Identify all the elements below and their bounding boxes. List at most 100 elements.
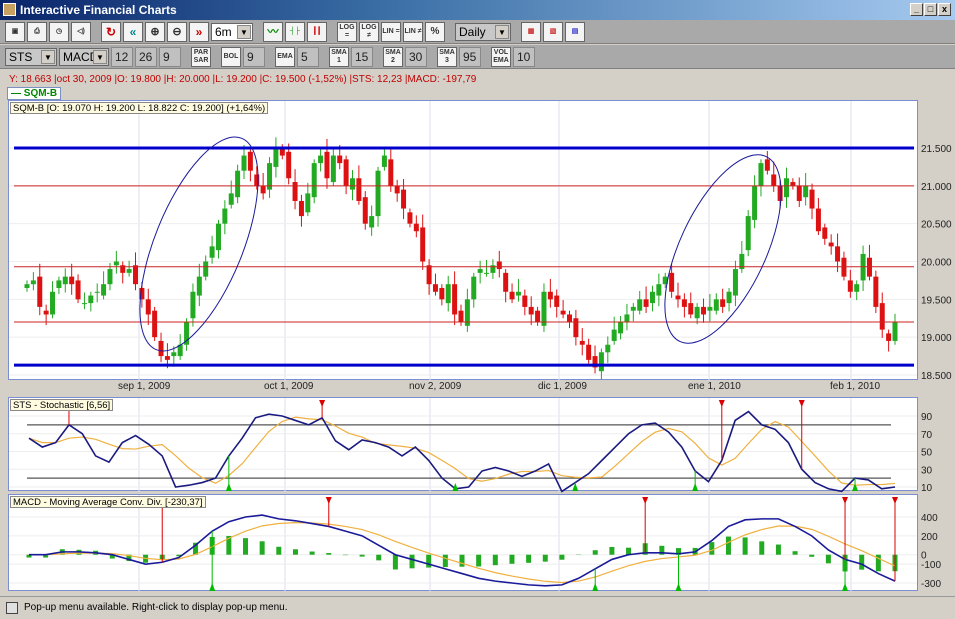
candle-body <box>458 310 464 323</box>
candle-body <box>567 314 572 323</box>
candle-body <box>69 276 75 285</box>
layout-icon[interactable]: ▤ <box>565 21 585 42</box>
zoom-in-icon[interactable]: ⊕ <box>145 21 165 42</box>
candle-body <box>879 303 885 330</box>
sma2-input[interactable]: 30 <box>405 46 427 67</box>
candle-body <box>554 295 560 307</box>
macd-fast-input[interactable]: 12 <box>111 46 133 67</box>
candle-body <box>688 303 694 315</box>
candle-body <box>528 306 534 315</box>
candle-body <box>892 322 898 341</box>
chevron-down-icon[interactable]: ▼ <box>495 24 509 39</box>
candle-body <box>241 155 247 171</box>
candle-body <box>356 178 362 201</box>
bollinger-button[interactable]: BOL <box>221 46 241 67</box>
par-sar-button[interactable]: PAR SAR <box>191 46 211 67</box>
sma1-button[interactable]: SMA 1 <box>329 46 349 67</box>
rewind-icon[interactable]: « <box>123 21 143 42</box>
ema-button[interactable]: EMA <box>275 46 295 67</box>
macd-histogram-bar <box>359 554 365 557</box>
macd-panel-title: MACD - Moving Average Conv. Div. [-230,3… <box>10 496 206 508</box>
candle-body <box>107 269 113 285</box>
macd-histogram-bar <box>492 554 498 566</box>
color-scheme-icon[interactable]: ▦ <box>521 21 541 42</box>
candle-body <box>803 185 809 198</box>
bar-chart-icon[interactable]: ┤├ <box>285 21 305 42</box>
series-legend[interactable]: — SQM-B <box>7 87 62 100</box>
candle-body <box>637 299 643 311</box>
sound-icon[interactable]: ◁) <box>71 21 91 42</box>
candle-body <box>598 352 604 372</box>
macd-histogram-bar <box>792 551 798 555</box>
maximize-button[interactable]: □ <box>924 3 937 16</box>
line-chart-icon[interactable]: 〰 <box>263 21 283 42</box>
candle-body <box>611 329 617 341</box>
price-chart[interactable]: 21.500 21.000 20.500 20.000 19.500 19.000 18.5… <box>9 101 954 382</box>
candle-body <box>247 151 253 171</box>
percent-button[interactable]: % <box>425 21 445 42</box>
macd-histogram-bar <box>559 554 565 560</box>
candle-body <box>343 159 349 186</box>
indicator2-select[interactable]: MACD ▼ <box>59 47 109 66</box>
macd-chart[interactable]: 4002000-100-300 <box>9 495 954 592</box>
sma3-input[interactable]: 95 <box>459 46 481 67</box>
stochastic-panel[interactable]: STS - Stochastic [6,56] 90 70 50 30 10 <box>8 397 933 494</box>
log-notequal-button[interactable]: LOG ≠ <box>359 21 379 42</box>
macd-panel[interactable]: MACD - Moving Average Conv. Div. [-230,3… <box>8 494 941 592</box>
candle-body <box>133 265 138 285</box>
sell-signal-arrow <box>842 497 849 504</box>
forward-icon[interactable]: » <box>189 21 209 42</box>
macd-histogram-bar <box>292 549 298 555</box>
candle-body <box>828 242 834 247</box>
chevron-down-icon[interactable]: ▼ <box>237 24 251 39</box>
price-panel[interactable]: SQM-B [O: 19.070 H: 19.200 L: 18.822 C: … <box>8 100 952 382</box>
interval-select[interactable]: Daily ▼ <box>455 22 511 41</box>
close-button[interactable]: x <box>938 3 951 16</box>
new-window-icon[interactable]: ▣ <box>5 21 25 42</box>
chevron-down-icon[interactable]: ▼ <box>41 49 55 64</box>
sma3-button[interactable]: SMA 3 <box>437 46 457 67</box>
candle-body <box>126 269 132 273</box>
x-tick-label: sep 1, 2009 <box>118 381 171 392</box>
vol-ema-button[interactable]: VOL EMA <box>491 46 511 67</box>
indicator-toolbar: STS ▼ MACD ▼ 12 26 9 PAR SAR BOL 9 EMA 5 S… <box>0 45 955 69</box>
chevron-down-icon[interactable]: ▼ <box>93 49 107 64</box>
bollinger-input[interactable]: 9 <box>243 46 265 67</box>
candlestick-icon[interactable]: ┃┃ <box>307 21 327 42</box>
candle-body <box>81 303 87 305</box>
log-equal-button[interactable]: LOG = <box>337 21 357 42</box>
candle-body <box>547 291 553 300</box>
candle-body <box>541 291 547 326</box>
sma1-input[interactable]: 15 <box>351 46 373 67</box>
candle-body <box>426 265 432 285</box>
stochastic-chart[interactable]: 90 70 50 30 10 <box>9 398 954 494</box>
chart-view-icon[interactable]: ▧ <box>543 21 563 42</box>
x-tick-label: feb 1, 2010 <box>830 381 881 392</box>
candle-body <box>152 310 158 338</box>
sma2-button[interactable]: SMA 2 <box>383 46 403 67</box>
y-tick-label: -300 <box>921 579 941 590</box>
y-tick-label: 90 <box>921 412 933 423</box>
timer-icon[interactable]: ◷ <box>49 21 69 42</box>
indicator1-select[interactable]: STS ▼ <box>5 47 57 66</box>
minimize-button[interactable]: _ <box>910 3 923 16</box>
lin-notequal-button[interactable]: LIN ≠ <box>403 21 423 42</box>
y-tick-label: 30 <box>921 465 933 476</box>
candle-body <box>164 356 170 360</box>
candle-body <box>726 291 732 304</box>
y-tick-label: -100 <box>921 560 941 571</box>
candle-body <box>643 299 649 307</box>
refresh-icon[interactable]: ↻ <box>101 21 121 42</box>
candle-body <box>452 284 458 315</box>
candle-body <box>298 200 304 217</box>
print-icon[interactable]: ⎙ <box>27 21 47 42</box>
zoom-out-icon[interactable]: ⊖ <box>167 21 187 42</box>
ema-input[interactable]: 5 <box>297 46 319 67</box>
period-select[interactable]: 6m ▼ <box>211 22 253 41</box>
candle-body <box>809 189 815 209</box>
macd-histogram-bar <box>459 554 465 567</box>
macd-slow-input[interactable]: 26 <box>135 46 157 67</box>
macd-signal-input[interactable]: 9 <box>159 46 181 67</box>
lin-equal-button[interactable]: LIN = <box>381 21 401 42</box>
vol-ema-input[interactable]: 10 <box>513 46 535 67</box>
